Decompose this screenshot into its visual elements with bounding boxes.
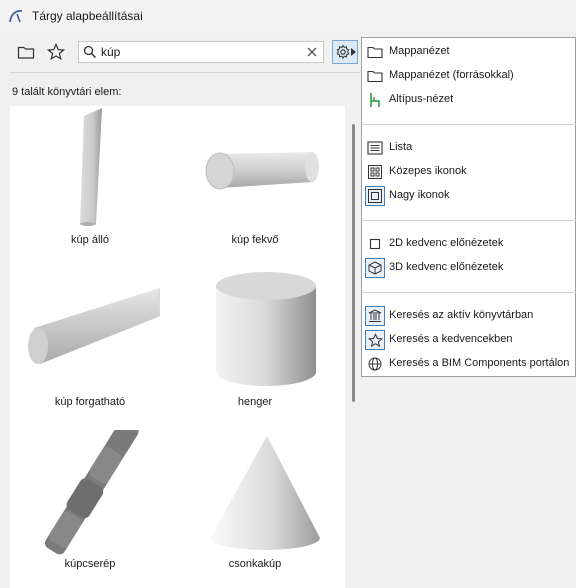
item-label: henger [237, 396, 273, 408]
library-item-henger[interactable]: henger [175, 268, 335, 430]
menu-separator [362, 292, 576, 293]
lying-cone-preview [205, 152, 319, 190]
menu-item-3d-previews[interactable]: 3D kedvenc előnézetek [362, 256, 576, 280]
item-label: kúp forgatható [54, 396, 126, 408]
rotatable-cone-preview [28, 288, 160, 364]
menu-item-folder-view[interactable]: Mappanézet [362, 40, 576, 64]
menu-item-label: 3D kedvenc előnézetek [389, 261, 504, 273]
library-icon [365, 306, 385, 326]
menu-item-label: 2D kedvenc előnézetek [389, 237, 504, 249]
item-label: kúp fekvő [231, 234, 279, 246]
library-item-kup-allo[interactable]: kúp álló [10, 106, 170, 268]
star-icon [365, 330, 385, 350]
menu-item-label: Lista [389, 141, 413, 153]
globe-icon [365, 354, 385, 374]
star-icon [47, 43, 65, 61]
list-icon [365, 138, 385, 158]
results-grid: kúp álló kúp fekvő kúp forgatható henger… [10, 106, 345, 588]
medium-icons-icon [365, 162, 385, 182]
menu-item-label: Közepes ikonok [389, 165, 467, 177]
square-icon [365, 234, 385, 254]
cube-icon [365, 258, 385, 278]
clear-search-icon[interactable] [305, 45, 319, 59]
truncated-cone-preview [210, 436, 320, 550]
chair-icon [365, 90, 385, 110]
item-label: kúpcserép [64, 558, 116, 570]
library-item-kupcserep[interactable]: kúpcserép [10, 430, 170, 588]
item-label: csonkakúp [228, 558, 282, 570]
folder-icon [365, 66, 385, 86]
menu-separator [362, 220, 576, 221]
menu-item-label: Mappanézet (forrásokkal) [389, 69, 514, 81]
search-icon [83, 45, 96, 58]
large-icons-icon [365, 186, 385, 206]
menu-item-label: Keresés az aktív könyvtárban [389, 309, 534, 321]
cone-tile-preview [44, 430, 139, 555]
menu-item-label: Keresés a BIM Components portálon [389, 357, 570, 369]
toolbar [0, 32, 362, 72]
search-field[interactable] [78, 41, 324, 63]
cylinder-preview [216, 272, 316, 386]
menu-item-subtype-view[interactable]: Altípus-nézet [362, 88, 576, 112]
window-title: Tárgy alapbeállításai [32, 9, 143, 23]
menu-item-search-active-library[interactable]: Keresés az aktív könyvtárban [362, 304, 576, 328]
menu-item-list[interactable]: Lista [362, 136, 576, 160]
library-item-kup-fekvo[interactable]: kúp fekvő [175, 106, 335, 268]
app-logo-icon [9, 9, 23, 23]
standing-cone-preview [80, 108, 102, 226]
favorites-button[interactable] [44, 40, 68, 64]
scrollbar-thumb[interactable] [352, 124, 355, 402]
menu-item-search-bim-components[interactable]: Keresés a BIM Components portálon [362, 352, 576, 376]
results-count: 9 talált könyvtári elem: [12, 86, 122, 98]
folder-icon [365, 42, 385, 62]
menu-item-folder-view-sources[interactable]: Mappanézet (forrásokkal) [362, 64, 576, 88]
library-item-csonkakup[interactable]: csonkakúp [175, 430, 335, 588]
search-input[interactable] [101, 44, 301, 60]
folder-icon [17, 46, 35, 59]
menu-item-label: Keresés a kedvencekben [389, 333, 513, 345]
menu-item-large-icons[interactable]: Nagy ikonok [362, 184, 576, 208]
view-options-menu: Mappanézet Mappanézet (forrásokkal) Altí… [361, 37, 576, 377]
toolbar-divider [10, 72, 360, 73]
view-options-button[interactable] [332, 40, 358, 64]
gear-icon [336, 44, 349, 60]
title-bar: Tárgy alapbeállításai [0, 0, 576, 32]
menu-item-label: Nagy ikonok [389, 189, 450, 201]
menu-item-medium-icons[interactable]: Közepes ikonok [362, 160, 576, 184]
results-scrollbar[interactable] [348, 106, 360, 588]
menu-item-search-favorites[interactable]: Keresés a kedvencekben [362, 328, 576, 352]
folder-view-button[interactable] [14, 40, 38, 64]
library-item-kup-forgathato[interactable]: kúp forgatható [10, 268, 170, 430]
dropdown-arrow-icon [350, 48, 356, 56]
menu-item-label: Mappanézet [389, 45, 450, 57]
item-label: kúp álló [71, 234, 109, 246]
menu-item-2d-previews[interactable]: 2D kedvenc előnézetek [362, 232, 576, 256]
menu-item-label: Altípus-nézet [389, 93, 454, 105]
menu-separator [362, 124, 576, 125]
